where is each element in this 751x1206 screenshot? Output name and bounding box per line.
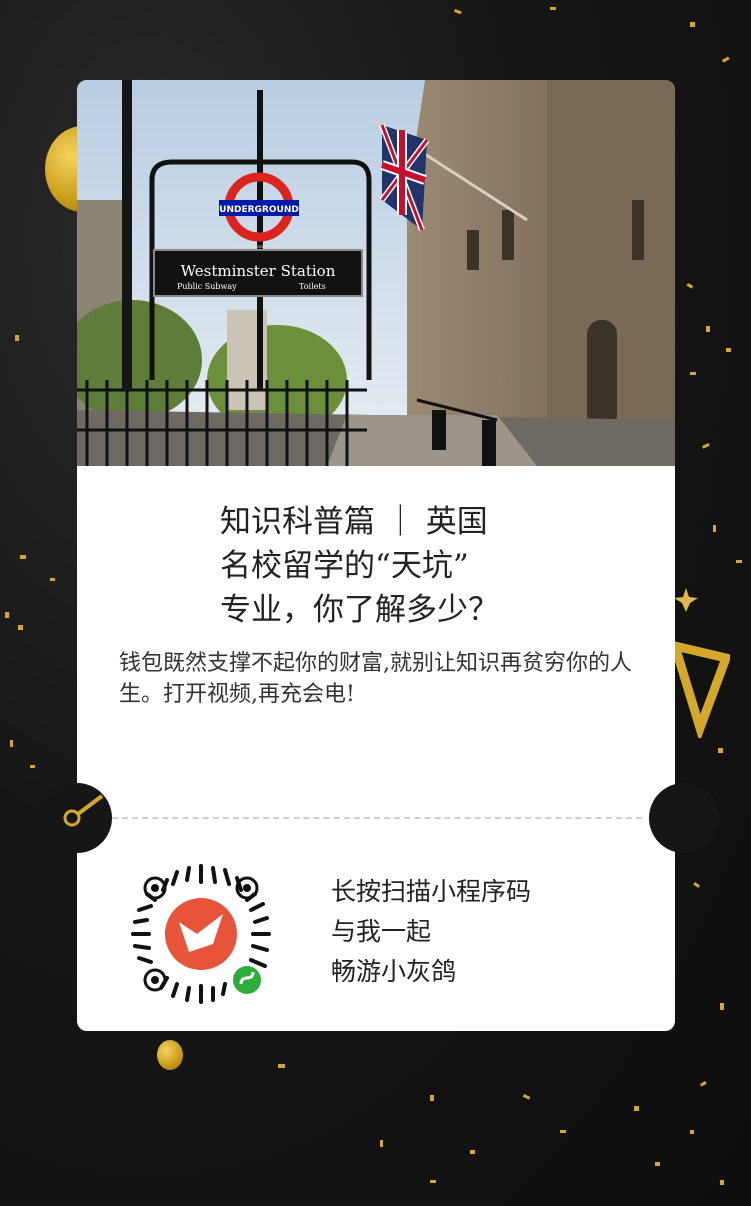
sign-top-text: City of Westminster [233, 244, 284, 250]
westminster-station-photo: UNDERGROUND City of Westminster Westmins… [77, 80, 675, 466]
article-description: 钱包既然支撑不起你的财富,就别让知识再贫穷你的人生。打开视频,再充会电! [119, 651, 632, 707]
gold-triangle [670, 640, 730, 738]
cta-line-2: 与我一起 [331, 917, 432, 946]
scan-instructions: 长按扫描小程序码 与我一起 畅游小灰鸽 [331, 872, 531, 992]
station-name-text: Westminster Station [181, 262, 336, 280]
title-line-3: 专业，你了解多少？ [220, 592, 499, 628]
wechat-miniprogram-icon [233, 966, 261, 994]
share-card: UNDERGROUND City of Westminster Westmins… [77, 80, 675, 1031]
cta-line-3: 畅游小灰鸽 [331, 957, 457, 986]
miniprogram-qr-code[interactable] [127, 860, 275, 1008]
sign-subway-text: Public Subway [177, 282, 237, 291]
gold-coin-bottom [157, 1040, 183, 1070]
ticket-notch-right [649, 783, 719, 853]
article-title: 知识科普篇 ｜ 英国 名校留学的“天坑” 专业，你了解多少？ [77, 500, 675, 632]
underground-roundel-text: UNDERGROUND [219, 205, 299, 215]
ticket-divider [112, 817, 642, 819]
gold-ring-decoration [63, 794, 104, 827]
title-line-1: 知识科普篇 ｜ 英国 [220, 504, 488, 540]
cta-line-1: 长按扫描小程序码 [331, 877, 532, 906]
title-line-2: 名校留学的“天坑” [220, 548, 469, 584]
sign-toilets-text: Toilets [299, 282, 326, 291]
